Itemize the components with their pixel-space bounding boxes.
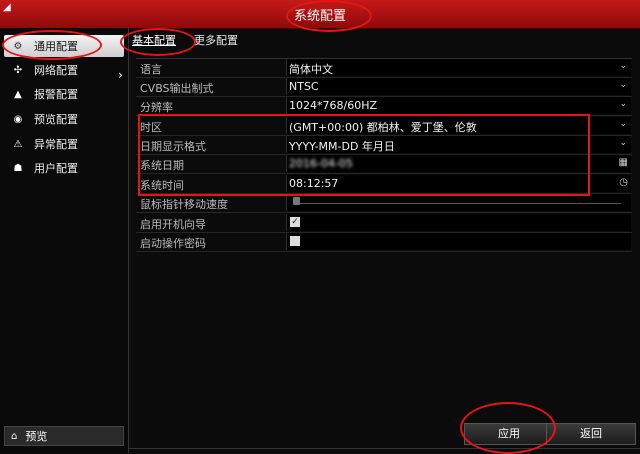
operation-password-checkbox[interactable] — [290, 236, 300, 246]
tab-more[interactable]: 更多配置 — [194, 32, 238, 48]
mouse-speed-slider[interactable] — [286, 194, 631, 211]
date-format-select[interactable]: YYYY-MM-DD 年月日 ⌄ — [286, 136, 631, 153]
operation-password-field — [286, 233, 631, 250]
system-date-field[interactable]: 2016-04-05 ▦ — [286, 155, 631, 172]
system-time-field[interactable]: 08:12:57 ◷ — [286, 175, 631, 192]
calendar-icon[interactable]: ▦ — [619, 157, 628, 168]
setting-value: 1024*768/60HZ — [289, 99, 377, 112]
resolution-select[interactable]: 1024*768/60HZ ⌄ — [286, 97, 631, 114]
setting-label: 启用开机向导 — [140, 218, 206, 231]
setting-value: YYYY-MM-DD 年月日 — [289, 140, 395, 153]
sidebar-item-preview[interactable]: ◉ 预览配置 — [4, 108, 124, 130]
users-icon: ☗ — [13, 162, 23, 174]
sidebar-item-general[interactable]: ⚙ 通用配置 — [4, 35, 124, 57]
setting-row-mouse-speed: 鼠标指针移动速度 — [136, 194, 632, 213]
home-icon: ⌂ — [11, 430, 18, 442]
setting-value: NTSC — [289, 80, 319, 93]
sidebar-item-alarm[interactable]: ▲ 报警配置 — [4, 83, 124, 105]
slider-handle[interactable] — [293, 197, 300, 205]
sidebar-item-label: 异常配置 — [34, 138, 78, 151]
settings-panel: 语言 简体中文 ⌄ CVBS输出制式 NTSC ⌄ 分辨率 1024*768/6… — [136, 58, 632, 257]
setting-value: (GMT+00:00) 都柏林、爱丁堡、伦敦 — [289, 121, 477, 134]
alarm-icon: ▲ — [14, 88, 22, 100]
setting-row-system-date: 系统日期 2016-04-05 ▦ — [136, 155, 632, 174]
setting-label: 语言 — [140, 63, 162, 76]
startup-wizard-field: ✓ — [286, 214, 631, 231]
setting-value: 简体中文 — [289, 63, 333, 76]
sidebar-item-label: 通用配置 — [34, 40, 78, 53]
back-button[interactable]: 返回 — [546, 423, 636, 445]
setting-row-language: 语言 简体中文 ⌄ — [136, 59, 632, 78]
setting-row-cvbs: CVBS输出制式 NTSC ⌄ — [136, 78, 632, 97]
chevron-down-icon: ⌄ — [619, 119, 627, 129]
setting-label: 鼠标指针移动速度 — [140, 198, 228, 211]
gear-icon: ⚙ — [13, 40, 23, 52]
preview-button[interactable]: ⌂ 预览 — [4, 426, 124, 446]
setting-row-date-format: 日期显示格式 YYYY-MM-DD 年月日 ⌄ — [136, 136, 632, 155]
setting-label: 时区 — [140, 121, 162, 134]
language-select[interactable]: 简体中文 ⌄ — [286, 59, 631, 76]
setting-label: 系统时间 — [140, 179, 184, 192]
sidebar-item-network[interactable]: ✣ 网络配置 — [4, 59, 124, 81]
chevron-down-icon: ⌄ — [619, 99, 627, 109]
clock-icon[interactable]: ◷ — [619, 177, 628, 188]
setting-row-resolution: 分辨率 1024*768/60HZ ⌄ — [136, 97, 632, 116]
chevron-down-icon: ⌄ — [619, 61, 627, 71]
setting-row-system-time: 系统时间 08:12:57 ◷ — [136, 175, 632, 194]
window-title: 系统配置 — [293, 9, 346, 24]
setting-row-operation-password: 启动操作密码 — [136, 233, 632, 252]
title-bar: ◢ 系统配置 — [0, 0, 640, 29]
sidebar-item-users[interactable]: ☗ 用户配置 — [4, 157, 124, 179]
sidebar: ⚙ 通用配置 ✣ 网络配置 ▲ 报警配置 ◉ 预览配置 ⚠ 异常配置 ☗ 用户配… — [0, 28, 129, 453]
chevron-right-icon: › — [118, 68, 123, 82]
warning-icon: ⚠ — [13, 138, 23, 150]
apply-button[interactable]: 应用 — [464, 423, 554, 445]
sidebar-item-exception[interactable]: ⚠ 异常配置 — [4, 133, 124, 155]
bottom-divider — [128, 448, 640, 449]
network-icon: ✣ — [13, 64, 23, 76]
setting-row-startup-wizard: 启用开机向导 ✓ — [136, 214, 632, 233]
setting-value: 2016-04-05 — [289, 157, 353, 170]
sidebar-item-label: 报警配置 — [34, 88, 78, 101]
preview-button-label: 预览 — [25, 430, 48, 443]
startup-wizard-checkbox[interactable]: ✓ — [290, 217, 300, 227]
setting-value: 08:12:57 — [289, 177, 339, 190]
setting-label: 启动操作密码 — [140, 237, 206, 250]
preview-icon: ◉ — [13, 113, 23, 125]
sidebar-item-label: 预览配置 — [34, 113, 78, 126]
sidebar-item-label: 用户配置 — [34, 162, 78, 175]
setting-label: 分辨率 — [140, 101, 173, 114]
setting-label: CVBS输出制式 — [140, 82, 214, 95]
cvbs-select[interactable]: NTSC ⌄ — [286, 78, 631, 95]
setting-label: 系统日期 — [140, 159, 184, 172]
chevron-down-icon: ⌄ — [619, 80, 627, 90]
setting-label: 日期显示格式 — [140, 140, 206, 153]
sidebar-item-label: 网络配置 — [34, 64, 78, 77]
tab-basic[interactable]: 基本配置 — [132, 32, 176, 48]
timezone-select[interactable]: (GMT+00:00) 都柏林、爱丁堡、伦敦 ⌄ — [286, 117, 631, 134]
setting-row-timezone: 时区 (GMT+00:00) 都柏林、爱丁堡、伦敦 ⌄ — [136, 117, 632, 136]
slider-track[interactable] — [297, 203, 621, 204]
chevron-down-icon: ⌄ — [619, 138, 627, 148]
